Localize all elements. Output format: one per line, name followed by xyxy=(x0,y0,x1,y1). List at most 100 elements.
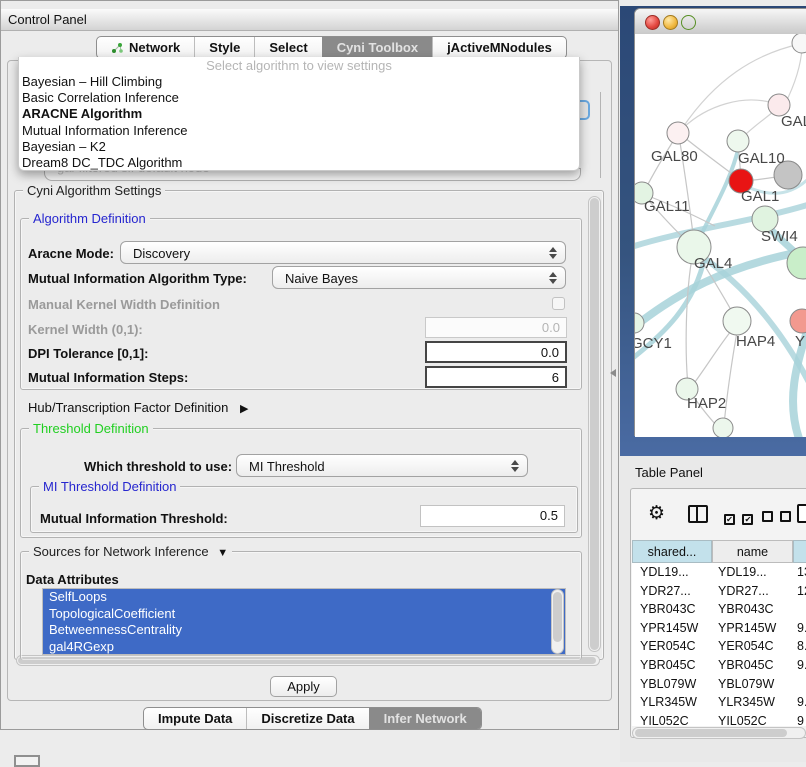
attributes-scrollbar[interactable] xyxy=(551,589,564,654)
control-panel-titlebar[interactable] xyxy=(1,9,618,31)
tab-cyni-toolbox[interactable]: Cyni Toolbox xyxy=(322,37,432,58)
algorithm-dropdown-list: Select algorithm to view settings Bayesi… xyxy=(18,57,580,171)
mi-steps-field[interactable]: 6 xyxy=(425,366,567,388)
table-cell: YIL052C xyxy=(718,712,767,726)
table-cell: YBR043C xyxy=(718,600,774,619)
algorithm-option-basic-correlation-inference[interactable]: Basic Correlation Inference xyxy=(19,90,579,106)
minimized-panel-icon[interactable] xyxy=(14,755,40,767)
attribute-item-betweennesscentrality[interactable]: BetweennessCentrality xyxy=(43,622,565,639)
expanded-arrow-icon: ▼ xyxy=(217,547,228,559)
minimize-traffic-light[interactable] xyxy=(663,15,678,30)
tab-style[interactable]: Style xyxy=(194,37,254,58)
table-cell: YBR045C xyxy=(718,656,774,675)
network-node[interactable] xyxy=(723,307,751,335)
tab-impute-data[interactable]: Impute Data xyxy=(144,708,246,729)
node-label: GAL xyxy=(781,113,806,130)
table-row[interactable]: YPR145WYPR145W9. xyxy=(632,619,806,638)
attribute-item-topologicalcoefficient[interactable]: TopologicalCoefficient xyxy=(43,606,565,623)
network-node[interactable] xyxy=(792,34,806,53)
table-horizontal-scrollbar[interactable] xyxy=(632,727,806,739)
network-window-titlebar[interactable] xyxy=(635,9,806,35)
column-header-partial[interactable] xyxy=(793,540,806,563)
network-graph: GALGAL80GAL10GAL1GAL11SWI4GAL4GCY1HAP4YH… xyxy=(635,34,806,437)
control-panel-tabs: Network Style Select Cyni Toolbox jActiveMNo… xyxy=(96,36,567,59)
table-cell: YDL19... xyxy=(640,563,689,582)
node-label: GAL11 xyxy=(644,198,690,215)
algorithm-option-aracne-algorithm[interactable]: ARACNE Algorithm xyxy=(19,106,579,122)
zoom-traffic-light[interactable] xyxy=(681,15,696,30)
mi-threshold-legend: MI Threshold Definition xyxy=(39,479,180,494)
cyni-settings-legend: Cyni Algorithm Settings xyxy=(23,183,165,198)
node-label: HAP4 xyxy=(736,333,775,350)
dpi-tolerance-field[interactable]: 0.0 xyxy=(425,341,567,363)
hide-columns-icon[interactable] xyxy=(762,509,791,527)
settings-vertical-scrollbar[interactable] xyxy=(588,196,601,652)
node-label: Y xyxy=(795,333,805,350)
mi-type-value: Naive Bayes xyxy=(285,271,358,286)
aracne-mode-combo[interactable]: Discovery xyxy=(120,241,566,264)
mi-type-combo[interactable]: Naive Bayes xyxy=(272,266,566,289)
tab-select[interactable]: Select xyxy=(254,37,321,58)
node-label: GCY1 xyxy=(635,335,672,352)
split-columns-icon[interactable] xyxy=(688,505,708,523)
manual-kernel-checkbox[interactable] xyxy=(552,297,565,310)
node-label: GAL80 xyxy=(651,148,698,165)
new-table-icon[interactable] xyxy=(797,504,806,523)
which-threshold-combo[interactable]: MI Threshold xyxy=(236,454,528,477)
mi-threshold-label: Mutual Information Threshold: xyxy=(40,511,228,526)
network-node[interactable] xyxy=(727,130,749,152)
control-panel-title: Control Panel xyxy=(8,12,87,27)
show-checked-columns-icon[interactable]: ✔ ✔ xyxy=(724,509,753,527)
node-label: SWI4 xyxy=(761,228,798,245)
table-row[interactable]: YER054CYER054C8. xyxy=(632,637,806,656)
kernel-width-label: Kernel Width (0,1): xyxy=(28,322,143,337)
node-label: GAL1 xyxy=(741,188,779,205)
network-canvas[interactable]: GALGAL80GAL10GAL1GAL11SWI4GAL4GCY1HAP4YH… xyxy=(635,34,806,437)
cyni-mode-tabs: Impute DataDiscretize DataInfer Network xyxy=(143,707,482,730)
tab-infer-network[interactable]: Infer Network xyxy=(369,708,481,729)
table-row[interactable]: YLR345WYLR345W9. xyxy=(632,693,806,712)
panel-collapse-arrow-icon[interactable] xyxy=(610,369,616,377)
table-row[interactable]: YBR045CYBR045C9. xyxy=(632,656,806,675)
column-header-shared-name[interactable]: shared... xyxy=(632,540,712,563)
threshold-definition-legend: Threshold Definition xyxy=(29,421,153,436)
tab-network[interactable]: Network xyxy=(97,37,194,58)
hidden-groupbox-edge xyxy=(600,92,601,178)
close-traffic-light[interactable] xyxy=(645,15,660,30)
algorithm-option-mutual-information-inference[interactable]: Mutual Information Inference xyxy=(19,123,579,139)
attribute-item-gal4rgexp[interactable]: gal4RGexp xyxy=(43,639,565,656)
network-node[interactable] xyxy=(667,122,689,144)
table-row[interactable]: YDR27...YDR27...12 xyxy=(632,582,806,601)
stepper-arrows-icon xyxy=(511,460,519,472)
tab-jactivemnodules[interactable]: jActiveMNodules xyxy=(432,37,566,58)
node-table[interactable]: YDL19...YDL19...13YDR27...YDR27...12YBR0… xyxy=(632,563,806,726)
mi-threshold-field[interactable]: 0.5 xyxy=(420,505,565,527)
tab-label: Network xyxy=(129,40,180,55)
tab-discretize-data[interactable]: Discretize Data xyxy=(246,708,368,729)
mi-type-label: Mutual Information Algorithm Type: xyxy=(28,271,247,286)
kernel-width-field[interactable]: 0.0 xyxy=(425,317,567,338)
table-row[interactable]: YIL052CYIL052C9 xyxy=(632,712,806,726)
table-cell: YDR27... xyxy=(718,582,769,601)
table-row[interactable]: YBR043C YBR043C xyxy=(632,600,806,619)
algorithm-option-bayesian-hill-climbing[interactable]: Bayesian – Hill Climbing xyxy=(19,74,579,90)
mi-steps-label: Mutual Information Steps: xyxy=(28,370,188,385)
gear-icon[interactable]: ⚙ xyxy=(648,504,665,523)
data-attributes-list[interactable]: SelfLoopsTopologicalCoefficientBetweenne… xyxy=(42,588,566,655)
aracne-mode-label: Aracne Mode: xyxy=(28,246,114,261)
algorithm-option-dream8-dc-tdc-algorithm[interactable]: Dream8 DC_TDC Algorithm xyxy=(19,155,579,171)
tab-label: jActiveMNodules xyxy=(447,40,552,55)
table-cell: YBR043C xyxy=(640,600,696,619)
table-row[interactable]: YBL079WYBL079W xyxy=(632,675,806,694)
network-node[interactable] xyxy=(713,418,733,437)
attribute-item-selfloops[interactable]: SelfLoops xyxy=(43,589,565,606)
checked-box-icon: ✔ xyxy=(742,514,753,525)
algorithm-option-bayesian-k2[interactable]: Bayesian – K2 xyxy=(19,139,579,155)
apply-button[interactable]: Apply xyxy=(270,676,337,697)
tab-label: Select xyxy=(269,40,307,55)
column-header-name[interactable]: name xyxy=(712,540,793,563)
table-row[interactable]: YDL19...YDL19...13 xyxy=(632,563,806,582)
hub-definition-toggle[interactable]: Hub/Transcription Factor Definition ▶ xyxy=(28,400,248,415)
network-node[interactable] xyxy=(790,309,806,333)
table-cell: 9. xyxy=(797,619,806,638)
